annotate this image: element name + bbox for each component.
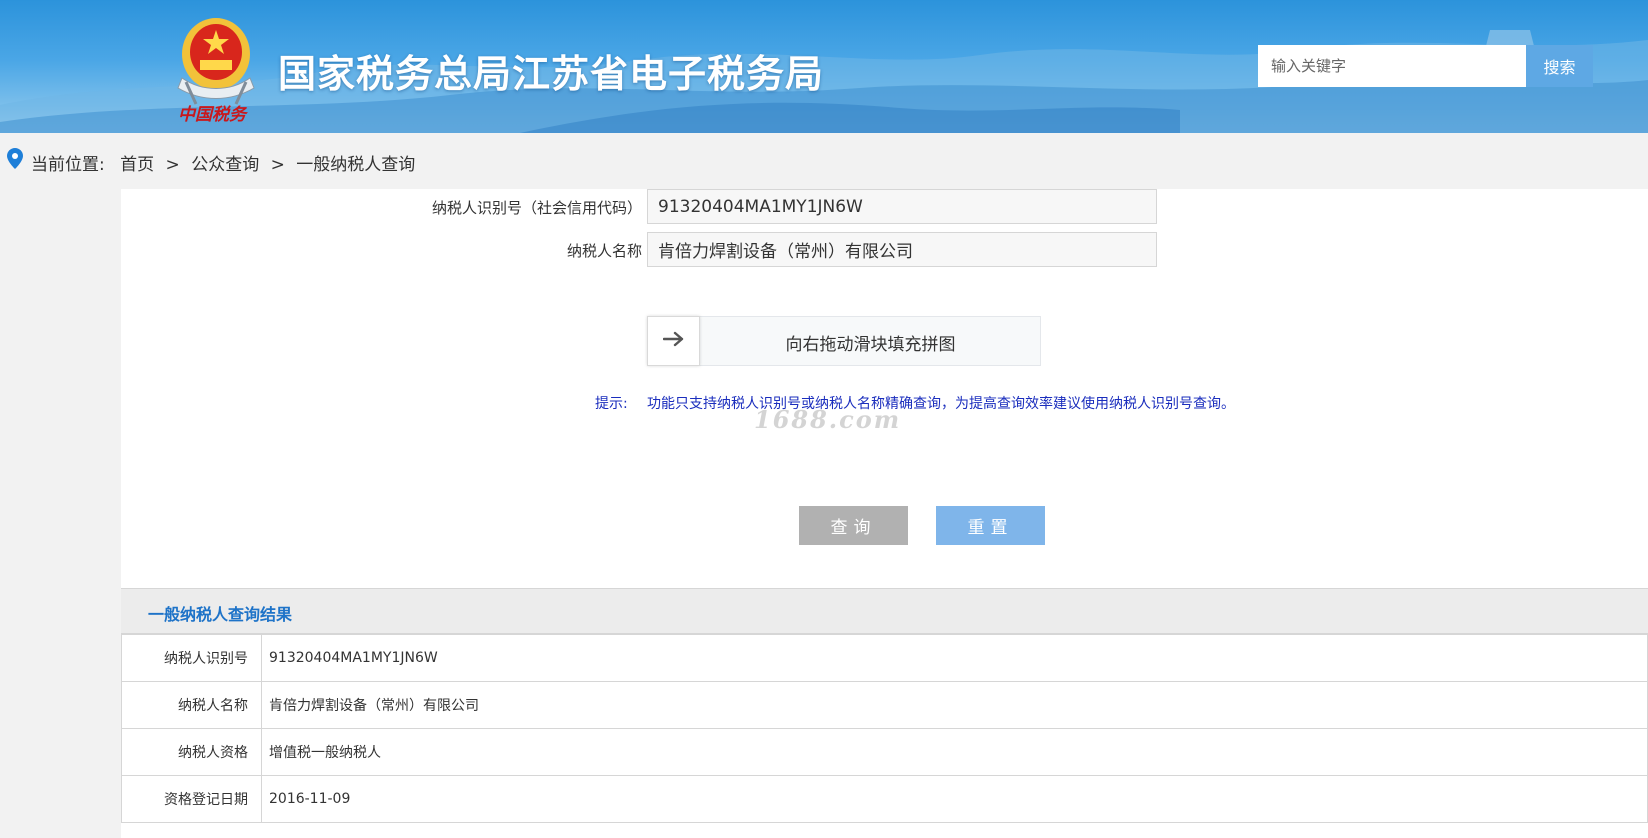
results-header: 一般纳税人查询结果 bbox=[121, 588, 1648, 634]
slider-instruction: 向右拖动滑块填充拼图 bbox=[785, 335, 956, 355]
table-row: 纳税人名称 肯倍力焊割设备（常州）有限公司 bbox=[121, 681, 1648, 729]
breadcrumb-prefix: 当前位置: bbox=[31, 155, 105, 175]
taxpayer-name-label: 纳税人名称 bbox=[566, 242, 642, 260]
location-pin-icon bbox=[7, 148, 23, 173]
tax-emblem-logo: 中国税务 bbox=[172, 12, 262, 125]
taxpayer-id-input[interactable] bbox=[647, 189, 1157, 224]
breadcrumb: 当前位置: 首页 > 公众查询 > 一般纳税人查询 bbox=[0, 133, 1648, 189]
table-row: 纳税人资格 增值税一般纳税人 bbox=[121, 728, 1648, 776]
results-table: 纳税人识别号 91320404MA1MY1JN6W 纳税人名称 肯倍力焊割设备（… bbox=[121, 634, 1648, 823]
search-button[interactable]: 搜索 bbox=[1526, 45, 1593, 87]
slider-handle[interactable] bbox=[647, 316, 700, 366]
breadcrumb-separator: > bbox=[270, 155, 285, 175]
breadcrumb-separator: > bbox=[165, 155, 180, 175]
watermark: 1688.com bbox=[754, 405, 902, 434]
breadcrumb-public-query-link[interactable]: 公众查询 bbox=[191, 155, 259, 175]
taxpayer-name-input[interactable] bbox=[647, 232, 1157, 267]
site-title: 国家税务总局江苏省电子税务局 bbox=[278, 52, 825, 96]
row-key: 纳税人识别号 bbox=[121, 634, 262, 682]
row-key: 纳税人资格 bbox=[121, 728, 262, 776]
results-title: 一般纳税人查询结果 bbox=[148, 605, 293, 624]
row-key: 纳税人名称 bbox=[121, 681, 262, 729]
hint-text: 功能只支持纳税人识别号或纳税人名称精确查询，为提高查询效率建议使用纳税人识别号查… bbox=[647, 396, 1235, 412]
query-button[interactable]: 查询 bbox=[799, 506, 908, 545]
results-section: 一般纳税人查询结果 纳税人识别号 91320404MA1MY1JN6W 纳税人名… bbox=[121, 588, 1648, 838]
table-row: 资格登记日期 2016-11-09 bbox=[121, 775, 1648, 823]
arrow-right-icon bbox=[662, 331, 685, 351]
row-value: 肯倍力焊割设备（常州）有限公司 bbox=[261, 681, 1648, 729]
header-banner: 中国税务 国家税务总局江苏省电子税务局 搜索 bbox=[0, 0, 1648, 133]
slider-captcha[interactable]: 向右拖动滑块填充拼图 bbox=[647, 316, 1041, 366]
taxpayer-id-label: 纳税人识别号（社会信用代码） bbox=[431, 199, 642, 217]
emblem-caption: 中国税务 bbox=[178, 105, 246, 125]
query-form-panel: 纳税人识别号（社会信用代码） 纳税人名称 向右拖动滑块填充拼图 提示: 功能只支… bbox=[121, 189, 1648, 589]
row-key: 资格登记日期 bbox=[121, 775, 262, 823]
row-value: 91320404MA1MY1JN6W bbox=[261, 634, 1648, 682]
reset-button[interactable]: 重置 bbox=[936, 506, 1045, 545]
row-value: 2016-11-09 bbox=[261, 775, 1648, 823]
hint-label: 提示: bbox=[595, 396, 628, 412]
search-input[interactable] bbox=[1258, 45, 1526, 87]
breadcrumb-current-page: 一般纳税人查询 bbox=[296, 155, 416, 175]
table-row: 纳税人识别号 91320404MA1MY1JN6W bbox=[121, 634, 1648, 682]
row-value: 增值税一般纳税人 bbox=[261, 728, 1648, 776]
breadcrumb-home-link[interactable]: 首页 bbox=[120, 155, 154, 175]
